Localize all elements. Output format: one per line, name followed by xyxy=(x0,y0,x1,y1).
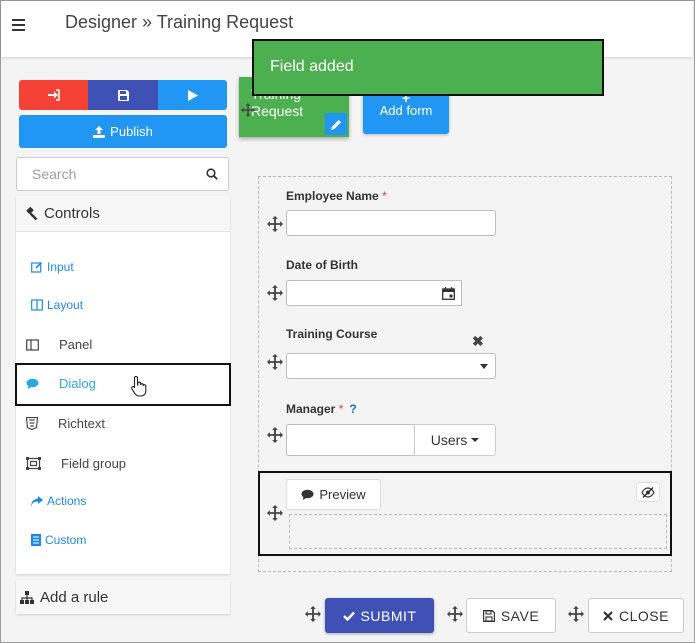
move-icon[interactable] xyxy=(267,427,283,443)
sidebar-item-custom[interactable]: Custom xyxy=(31,533,86,547)
custom-icon xyxy=(31,534,41,546)
preview-dialog-button[interactable]: Preview xyxy=(286,479,381,510)
add-rule-button[interactable]: Add a rule xyxy=(16,580,230,614)
field-group-icon xyxy=(26,457,41,470)
add-rule-label: Add a rule xyxy=(40,588,109,606)
dialog-drop-zone[interactable] xyxy=(289,514,667,549)
sidebar-item-richtext[interactable]: Richtext xyxy=(26,416,105,431)
move-icon[interactable] xyxy=(568,606,584,622)
search-icon[interactable] xyxy=(206,168,218,180)
submit-label: SUBMIT xyxy=(360,607,417,624)
toast-notification: Field added xyxy=(252,39,604,96)
pencil-icon xyxy=(330,119,341,130)
move-icon[interactable] xyxy=(305,606,321,622)
gavel-icon xyxy=(26,206,38,220)
sidebar-item-actions[interactable]: Actions xyxy=(31,494,86,508)
publish-label: Publish xyxy=(110,124,153,139)
submit-button[interactable]: SUBMIT xyxy=(325,598,434,633)
check-icon xyxy=(342,611,355,621)
floppy-icon xyxy=(482,609,495,622)
play-icon xyxy=(187,89,198,101)
sign-in-icon xyxy=(48,89,60,101)
sidebar-item-input[interactable]: Input xyxy=(31,260,74,274)
dialog-highlight-box xyxy=(15,363,231,406)
manager-label: Manager *? xyxy=(286,402,357,416)
eye-slash-icon xyxy=(641,486,655,498)
move-icon[interactable] xyxy=(447,606,463,622)
move-icon[interactable] xyxy=(267,505,283,521)
page-title: Designer » Training Request xyxy=(65,12,294,32)
exit-button[interactable] xyxy=(19,80,88,110)
sitemap-icon xyxy=(20,590,34,604)
sidebar-item-label: Actions xyxy=(47,494,87,508)
employee-name-input[interactable] xyxy=(286,210,496,236)
search-input[interactable] xyxy=(32,166,202,182)
sidebar-item-label: Layout xyxy=(47,298,84,312)
sidebar-item-label: Field group xyxy=(61,456,127,471)
calendar-button[interactable] xyxy=(436,280,462,306)
visibility-toggle[interactable] xyxy=(636,482,660,502)
required-marker: * xyxy=(382,189,387,203)
share-icon xyxy=(31,495,43,507)
close-icon xyxy=(603,610,613,621)
date-of-birth-label: Date of Birth xyxy=(286,258,358,272)
add-form-label: Add form xyxy=(379,103,433,118)
save-label: SAVE xyxy=(500,607,540,624)
edit-form-button[interactable] xyxy=(325,113,347,135)
help-icon[interactable]: ? xyxy=(349,402,356,416)
floppy-icon xyxy=(117,89,129,101)
sidebar-item-panel[interactable]: Panel xyxy=(26,337,92,352)
field-label-text: Manager xyxy=(286,402,336,416)
hamburger-icon[interactable] xyxy=(12,19,25,31)
training-course-label: Training Course xyxy=(286,327,378,341)
caret-down-icon xyxy=(471,438,480,442)
users-button-label: Users xyxy=(430,432,468,448)
move-icon[interactable] xyxy=(267,216,283,232)
sidebar-item-label: Custom xyxy=(45,533,87,547)
employee-name-label: Employee Name * xyxy=(286,189,387,203)
close-button[interactable]: CLOSE xyxy=(588,598,684,633)
columns-icon xyxy=(31,299,43,311)
sidebar-item-label: Panel xyxy=(59,337,93,352)
move-icon[interactable] xyxy=(267,285,283,301)
move-icon[interactable] xyxy=(241,103,255,117)
save-form-button[interactable] xyxy=(88,80,158,110)
calendar-icon xyxy=(442,286,455,300)
panel-icon xyxy=(26,338,39,351)
controls-title: Controls xyxy=(44,205,100,222)
users-dropdown-button[interactable]: Users xyxy=(414,424,496,456)
sidebar-item-field-group[interactable]: Field group xyxy=(26,456,126,471)
sidebar-item-layout[interactable]: Layout xyxy=(31,298,83,312)
preview-label: Preview xyxy=(319,487,366,502)
field-label-text: Employee Name xyxy=(286,189,379,203)
manager-input[interactable] xyxy=(286,424,415,456)
edit-icon xyxy=(31,261,43,273)
required-marker: * xyxy=(338,402,344,416)
upload-icon xyxy=(93,125,106,138)
training-course-select[interactable] xyxy=(286,353,496,379)
hand-cursor-icon xyxy=(131,375,147,397)
sidebar-item-label: Input xyxy=(47,260,74,274)
clear-selection-icon[interactable]: ✖ xyxy=(472,333,484,350)
move-icon[interactable] xyxy=(267,354,283,370)
publish-button[interactable]: Publish xyxy=(19,115,227,148)
date-of-birth-input[interactable] xyxy=(286,280,437,306)
search-box xyxy=(16,157,229,191)
save-button[interactable]: SAVE xyxy=(466,598,556,633)
sidebar-item-label: Richtext xyxy=(58,416,105,431)
close-label: CLOSE xyxy=(619,607,669,624)
chevron-down-icon xyxy=(480,364,488,369)
comment-icon xyxy=(301,489,314,500)
run-button[interactable] xyxy=(158,80,227,110)
controls-header[interactable]: Controls xyxy=(16,196,230,232)
html5-icon xyxy=(26,417,38,430)
